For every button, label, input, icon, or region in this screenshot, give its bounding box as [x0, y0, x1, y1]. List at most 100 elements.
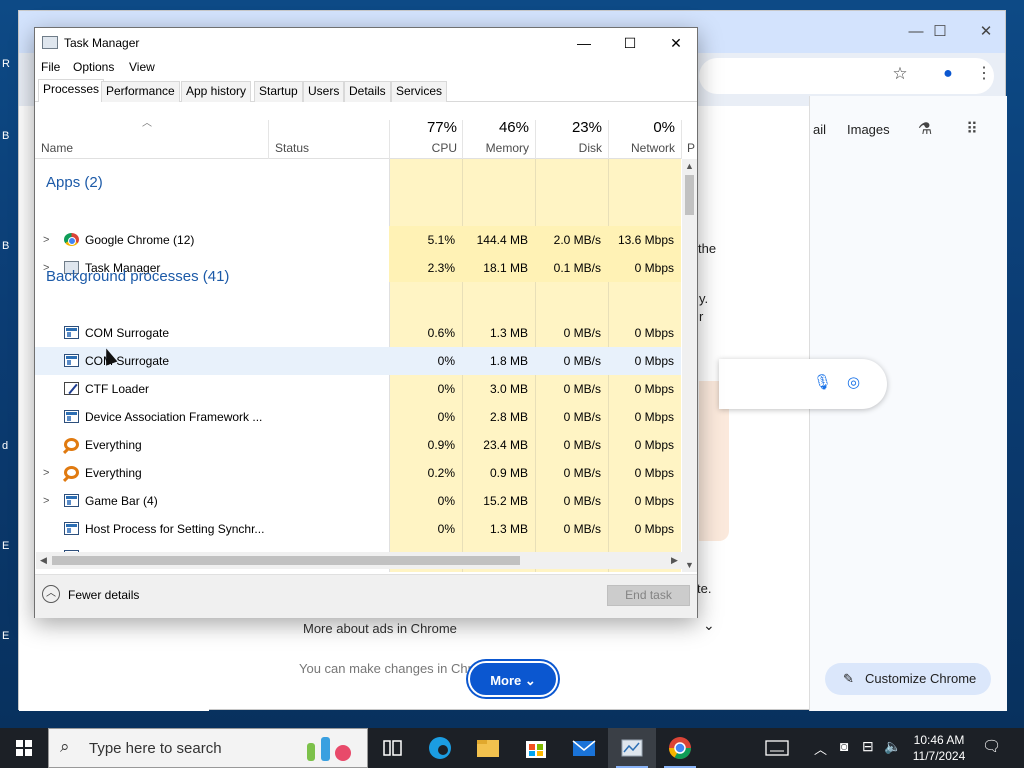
everything-icon	[64, 438, 79, 451]
desktop-icon-partial[interactable]: R	[2, 58, 18, 82]
edge-icon[interactable]	[416, 728, 464, 768]
labs-flask-icon[interactable]: ⚗	[910, 119, 940, 141]
group-apps[interactable]: Apps (2)	[46, 174, 103, 191]
show-hidden-icons-chevron[interactable]: ︿	[814, 739, 827, 758]
expand-chevron-icon[interactable]: >	[43, 226, 49, 254]
sort-up-icon[interactable]: ︿	[142, 114, 152, 129]
end-task-button[interactable]: End task	[607, 585, 690, 606]
desktop-icon-partial[interactable]: B	[2, 130, 18, 154]
column-status[interactable]: Status	[275, 141, 309, 155]
network-icon[interactable]: ⊟	[862, 738, 874, 755]
chrome-menu-icon[interactable]: ⋮	[969, 63, 999, 85]
chrome-maximize-button[interactable]: ☐	[925, 21, 955, 43]
taskbar-search[interactable]: ⌕ Type here to search	[48, 728, 368, 768]
task-view-icon[interactable]	[368, 728, 416, 768]
disk-percent[interactable]: 23%	[535, 119, 602, 136]
keyboard-icon[interactable]	[756, 728, 800, 768]
process-network: 0 Mbps	[634, 466, 674, 480]
menu-view[interactable]: View	[129, 60, 155, 74]
google-search-box[interactable]: 🎙 ◎	[719, 359, 887, 409]
process-row[interactable]: COM Surrogate 0% 1.8 MB 0 MB/s 0 Mbps	[35, 347, 681, 375]
expand-chevron-icon[interactable]: >	[43, 459, 49, 487]
fewer-details-link[interactable]: Fewer details	[68, 588, 139, 602]
column-disk[interactable]: Disk	[535, 141, 602, 155]
menu-options[interactable]: Options	[73, 60, 114, 74]
tab-startup[interactable]: Startup	[254, 81, 303, 102]
network-percent[interactable]: 0%	[608, 119, 675, 136]
tab-users[interactable]: Users	[303, 81, 345, 102]
process-row[interactable]: Host Process for Setting Synchr... 0% 1.3 …	[35, 515, 681, 543]
notifications-icon[interactable]: 🗨	[982, 737, 1001, 755]
voice-search-icon[interactable]: 🎙	[813, 373, 832, 391]
profile-icon[interactable]: ●	[933, 63, 963, 85]
process-row[interactable]: COM Surrogate 0.6% 1.3 MB 0 MB/s 0 Mbps	[35, 319, 681, 347]
process-row[interactable]: CTF Loader 0% 3.0 MB 0 MB/s 0 Mbps	[35, 375, 681, 403]
process-row[interactable]: Everything 0.9% 23.4 MB 0 MB/s 0 Mbps	[35, 431, 681, 459]
menu-file[interactable]: File	[41, 60, 60, 74]
chrome-close-button[interactable]: ✕	[971, 21, 1001, 43]
microsoft-store-icon[interactable]	[512, 728, 560, 768]
start-button[interactable]	[0, 728, 48, 768]
lens-search-icon[interactable]: ◎	[847, 373, 860, 391]
chrome-taskbar-icon[interactable]	[656, 728, 704, 768]
column-header: ︿ Name Status 77% CPU 46% Memory 23% Dis…	[35, 102, 695, 159]
process-row[interactable]: Device Association Framework ... 0% 2.8 MB…	[35, 403, 681, 431]
everything-icon	[64, 466, 79, 479]
process-row[interactable]: > Everything 0.2% 0.9 MB 0 MB/s 0 Mbps	[35, 459, 681, 487]
cpu-percent[interactable]: 77%	[389, 119, 457, 136]
title-bar[interactable]: Task Manager — ☐ ✕	[35, 28, 697, 58]
process-memory: 0.9 MB	[489, 466, 528, 480]
volume-icon[interactable]: 🔈	[884, 738, 901, 755]
desktop-icon-partial[interactable]: E	[2, 630, 18, 654]
tab-performance[interactable]: Performance	[101, 81, 180, 102]
expand-chevron-icon[interactable]: ⌄	[703, 617, 715, 634]
more-button[interactable]: More ⌄	[468, 661, 558, 697]
gmail-link[interactable]: ail	[813, 122, 826, 137]
tab-processes[interactable]: Processes	[38, 79, 105, 103]
customize-chrome-button[interactable]: ✎ Customize Chrome	[825, 663, 991, 695]
tab-services[interactable]: Services	[391, 81, 448, 102]
process-row[interactable]: > Game Bar (4) 0% 15.2 MB 0 MB/s 0 Mbps	[35, 487, 681, 515]
memory-percent[interactable]: 46%	[462, 119, 529, 136]
scroll-up-arrow[interactable]: ▲	[682, 161, 697, 171]
process-row[interactable]: > Google Chrome (12) 5.1% 144.4 MB 2.0 MB/s 1…	[35, 226, 681, 254]
desktop-icon-partial[interactable]: d	[2, 440, 18, 464]
maximize-button[interactable]: ☐	[607, 28, 653, 58]
group-background-processes[interactable]: Background processes (41)	[46, 268, 229, 285]
tab-app-history[interactable]: App history	[181, 81, 252, 102]
scroll-down-arrow[interactable]: ▼	[682, 560, 697, 570]
column-power-partial[interactable]: P	[687, 141, 697, 155]
meet-now-icon[interactable]: ◙	[840, 738, 848, 754]
column-name[interactable]: Name	[41, 141, 73, 155]
images-link[interactable]: Images	[847, 122, 890, 137]
column-memory[interactable]: Memory	[462, 141, 529, 155]
scroll-right-arrow[interactable]: ▶	[667, 555, 682, 566]
column-network[interactable]: Network	[608, 141, 675, 155]
desktop-icon-partial[interactable]: E	[2, 540, 18, 564]
tab-bar: Processes Performance App history Startu…	[35, 79, 697, 103]
column-cpu[interactable]: CPU	[389, 141, 457, 155]
process-disk: 0 MB/s	[563, 466, 601, 480]
page-text-fragment: y.	[699, 291, 709, 306]
search-placeholder: Type here to search	[89, 740, 222, 757]
scroll-left-arrow[interactable]: ◀	[36, 555, 51, 566]
vertical-scrollbar[interactable]: ▲ ▼	[682, 159, 697, 572]
process-name: COM Surrogate	[85, 354, 170, 368]
chevron-up-circle-icon[interactable]: ︿	[42, 585, 60, 603]
task-manager-taskbar-icon[interactable]	[608, 728, 656, 768]
close-button[interactable]: ✕	[653, 28, 699, 58]
vertical-scroll-thumb[interactable]	[685, 175, 694, 215]
desktop-icon-partial[interactable]: B	[2, 240, 18, 264]
minimize-button[interactable]: —	[561, 28, 607, 58]
horizontal-scrollbar[interactable]: ◀ ▶	[36, 552, 682, 569]
clock-date: 11/7/2024	[912, 749, 966, 763]
file-explorer-icon[interactable]	[464, 728, 512, 768]
expand-chevron-icon[interactable]: >	[43, 487, 49, 515]
tab-details[interactable]: Details	[344, 81, 391, 102]
more-about-ads-text[interactable]: More about ads in Chrome	[303, 621, 457, 636]
apps-grid-icon[interactable]: ⠿	[957, 119, 987, 141]
system-clock[interactable]: 10:46 AM 11/7/2024	[906, 732, 972, 764]
bookmark-star-icon[interactable]: ☆	[885, 63, 915, 85]
mail-icon[interactable]	[560, 728, 608, 768]
horizontal-scroll-thumb[interactable]	[52, 556, 520, 565]
